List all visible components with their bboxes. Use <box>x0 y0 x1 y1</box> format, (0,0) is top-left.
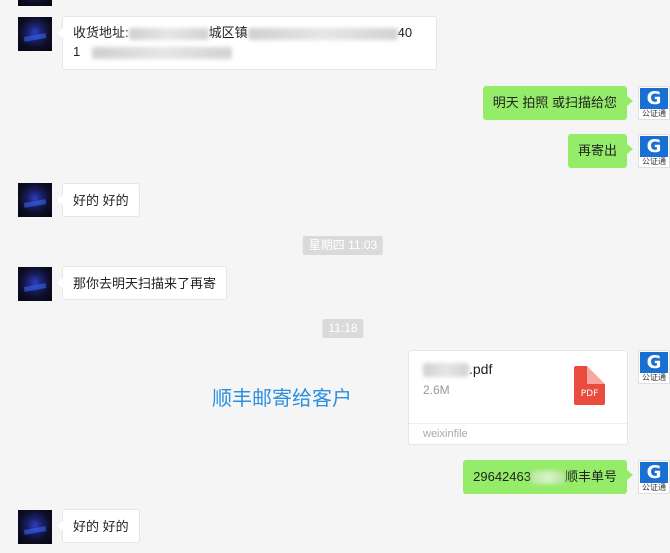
g-logo-icon: G <box>640 136 668 157</box>
message-text: 再寄出 <box>577 143 617 158</box>
incoming-message[interactable]: 好的 好的 <box>57 183 140 217</box>
annotation-text: 顺丰邮寄给客户 <box>212 386 352 410</box>
g-logo-icon: G <box>640 462 668 483</box>
redacted-text <box>128 27 209 40</box>
g-logo-icon: G <box>640 88 668 109</box>
redacted-text <box>423 363 469 378</box>
file-size: 2.6M <box>423 383 450 397</box>
self-avatar[interactable]: G 公证通 <box>638 460 670 494</box>
self-avatar[interactable]: G 公证通 <box>638 86 670 120</box>
avatar-caption: 公证通 <box>642 483 666 492</box>
pdf-file-icon: PDF <box>574 366 605 405</box>
timestamp: 11:18 <box>322 319 364 338</box>
redacted-text <box>247 27 398 40</box>
self-avatar[interactable]: G 公证通 <box>638 350 670 384</box>
message-text: 那你去明天扫描来了再寄 <box>73 276 217 291</box>
redacted-text <box>530 471 565 485</box>
avatar-caption: 公证通 <box>642 157 666 166</box>
self-avatar[interactable]: G 公证通 <box>638 134 670 168</box>
message-text: 好的 好的 <box>73 193 129 208</box>
contact-avatar[interactable] <box>18 267 52 301</box>
contact-avatar[interactable] <box>18 183 52 217</box>
outgoing-message[interactable]: 明天 拍照 或扫描给您 <box>482 86 634 120</box>
address-tail: 40 <box>397 25 413 40</box>
file-icon-label: PDF <box>580 389 599 399</box>
incoming-message-address[interactable]: 收货地址: 城区镇 40 1 <box>57 16 437 70</box>
tracking-number: 29642463 <box>473 469 531 484</box>
address-district: 城区镇 <box>208 25 248 40</box>
incoming-message[interactable]: 那你去明天扫描来了再寄 <box>56 266 228 300</box>
file-name: .pdf <box>423 361 493 378</box>
address-line2: 1 <box>73 44 81 59</box>
contact-avatar[interactable] <box>18 510 52 544</box>
avatar-caption: 公证通 <box>642 109 666 118</box>
avatar-caption: 公证通 <box>642 373 666 382</box>
timestamp: 星期四 11:03 <box>302 236 384 255</box>
outgoing-message[interactable]: 再寄出 <box>567 134 634 168</box>
file-message-card[interactable]: .pdf 2.6M PDF weixinfile <box>408 350 628 445</box>
address-label: 收货地址: <box>73 25 129 40</box>
redacted-text <box>92 46 233 59</box>
incoming-message[interactable]: 好的 好的 <box>57 509 140 543</box>
message-text: 明天 拍照 或扫描给您 <box>492 95 617 110</box>
outgoing-message-tracking[interactable]: 29642463 顺丰单号 <box>463 460 633 494</box>
contact-avatar[interactable] <box>18 0 52 6</box>
message-text: 好的 好的 <box>73 519 129 534</box>
file-source: weixinfile <box>423 428 468 440</box>
g-logo-icon: G <box>640 352 668 373</box>
divider <box>409 423 627 424</box>
chat-panel: 收货地址: 城区镇 40 1 明天 拍照 或扫描给您 G 公证通 再寄出 G 公证通… <box>0 0 670 553</box>
contact-avatar[interactable] <box>18 17 52 51</box>
tracking-label: 顺丰单号 <box>564 469 617 484</box>
file-extension: .pdf <box>469 361 493 377</box>
